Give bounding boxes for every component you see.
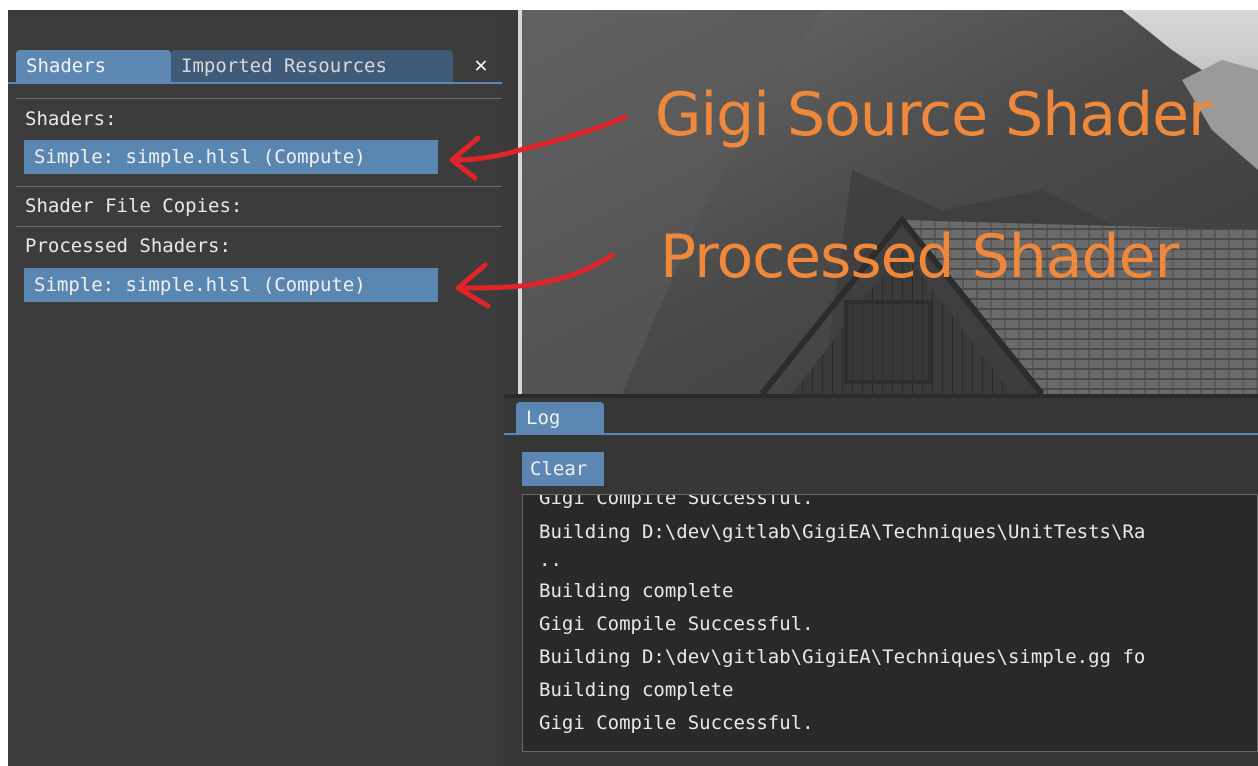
log-line: Building complete xyxy=(539,580,734,602)
landscape-image xyxy=(522,10,1258,394)
annotation-source-shader: Gigi Source Shader xyxy=(655,80,1213,150)
splitter-horizontal[interactable] xyxy=(504,394,1258,398)
shader-item-source[interactable]: Simple: simple.hlsl (Compute) xyxy=(24,140,438,174)
tab-log[interactable]: Log xyxy=(516,402,604,434)
tab-bar-underline xyxy=(8,82,502,84)
divider xyxy=(16,186,502,187)
log-line: Building D:\dev\gitlab\GigiEA\Techniques… xyxy=(539,521,1146,543)
shaders-heading: Shaders: xyxy=(25,108,117,130)
divider xyxy=(16,98,502,99)
log-line: Building D:\dev\gitlab\GigiEA\Techniques… xyxy=(539,646,1146,668)
log-line: Gigi Compile Successful. xyxy=(539,613,814,635)
tab-imported-resources[interactable]: Imported Resources xyxy=(171,50,453,82)
shader-item-processed[interactable]: Simple: simple.hlsl (Compute) xyxy=(24,268,438,302)
clear-button[interactable]: Clear xyxy=(522,452,604,486)
log-output[interactable]: Gigi Compile Successful. Building D:\dev… xyxy=(522,494,1258,752)
annotation-processed-shader: Processed Shader xyxy=(660,222,1179,292)
log-tab-underline xyxy=(504,433,1258,435)
shader-file-copies-heading: Shader File Copies: xyxy=(25,195,243,217)
log-panel: Log Clear Gigi Compile Successful. Build… xyxy=(504,394,1258,766)
shaders-panel: Shaders Imported Resources ✕ Shaders: Si… xyxy=(8,10,502,766)
divider xyxy=(16,226,502,227)
log-line: Building complete xyxy=(539,679,734,701)
viewport-image xyxy=(522,10,1258,394)
log-line: Gigi Compile Successful. xyxy=(539,712,814,734)
log-line: Gigi Compile Successful. xyxy=(539,494,814,509)
close-icon[interactable]: ✕ xyxy=(464,50,498,82)
tab-shaders[interactable]: Shaders xyxy=(16,50,171,82)
log-line: .. xyxy=(539,549,562,571)
processed-shaders-heading: Processed Shaders: xyxy=(25,235,231,257)
panel-tab-bar: Shaders Imported Resources ✕ xyxy=(8,10,502,84)
